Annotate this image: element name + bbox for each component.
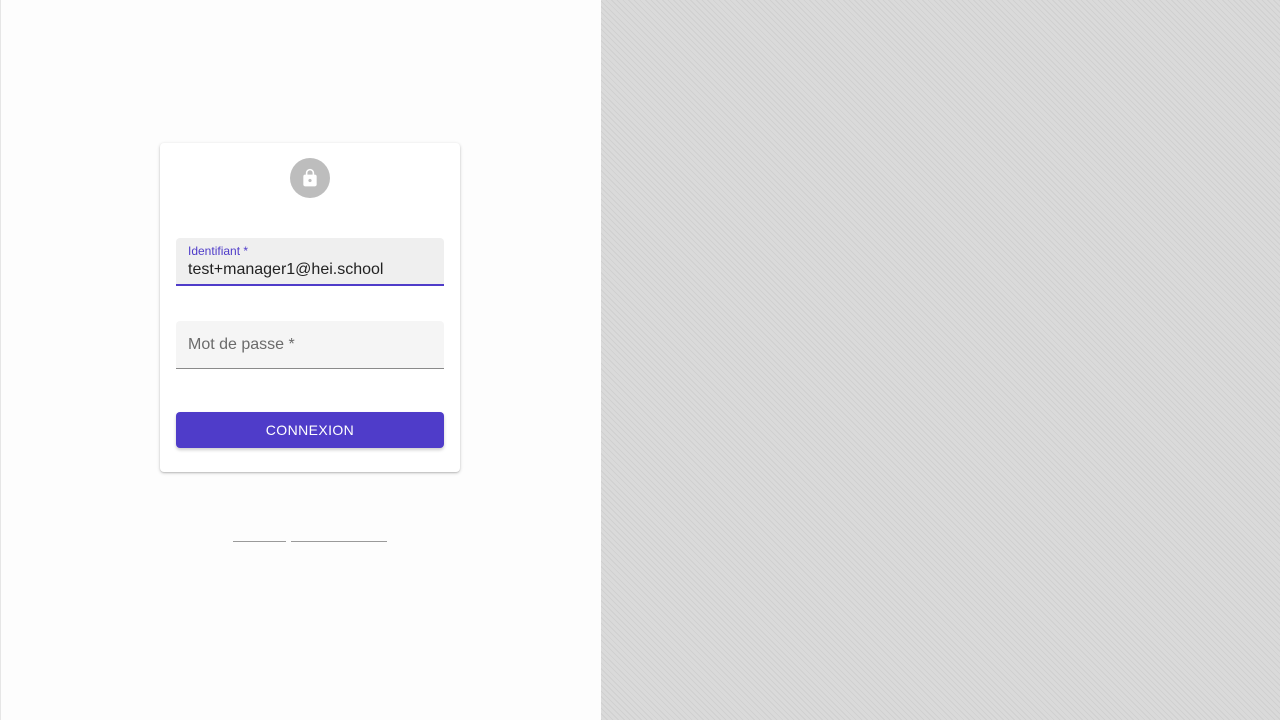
password-field[interactable]: Mot de passe * bbox=[176, 321, 444, 369]
login-card: Identifiant * Mot de passe * CONNEXION bbox=[160, 143, 460, 472]
password-label: Mot de passe * bbox=[188, 336, 295, 353]
footer-link-1[interactable] bbox=[233, 541, 286, 542]
login-button[interactable]: CONNEXION bbox=[176, 412, 444, 448]
login-page: Identifiant * Mot de passe * CONNEXION bbox=[0, 0, 1280, 720]
lock-icon bbox=[303, 168, 317, 187]
username-label: Identifiant * bbox=[188, 244, 249, 258]
lock-avatar bbox=[290, 158, 330, 198]
username-field[interactable]: Identifiant * bbox=[176, 238, 444, 286]
username-input[interactable] bbox=[188, 261, 432, 279]
footer-link-2[interactable] bbox=[291, 541, 387, 542]
background-pattern-panel bbox=[601, 0, 1280, 720]
login-panel: Identifiant * Mot de passe * CONNEXION bbox=[0, 0, 601, 720]
